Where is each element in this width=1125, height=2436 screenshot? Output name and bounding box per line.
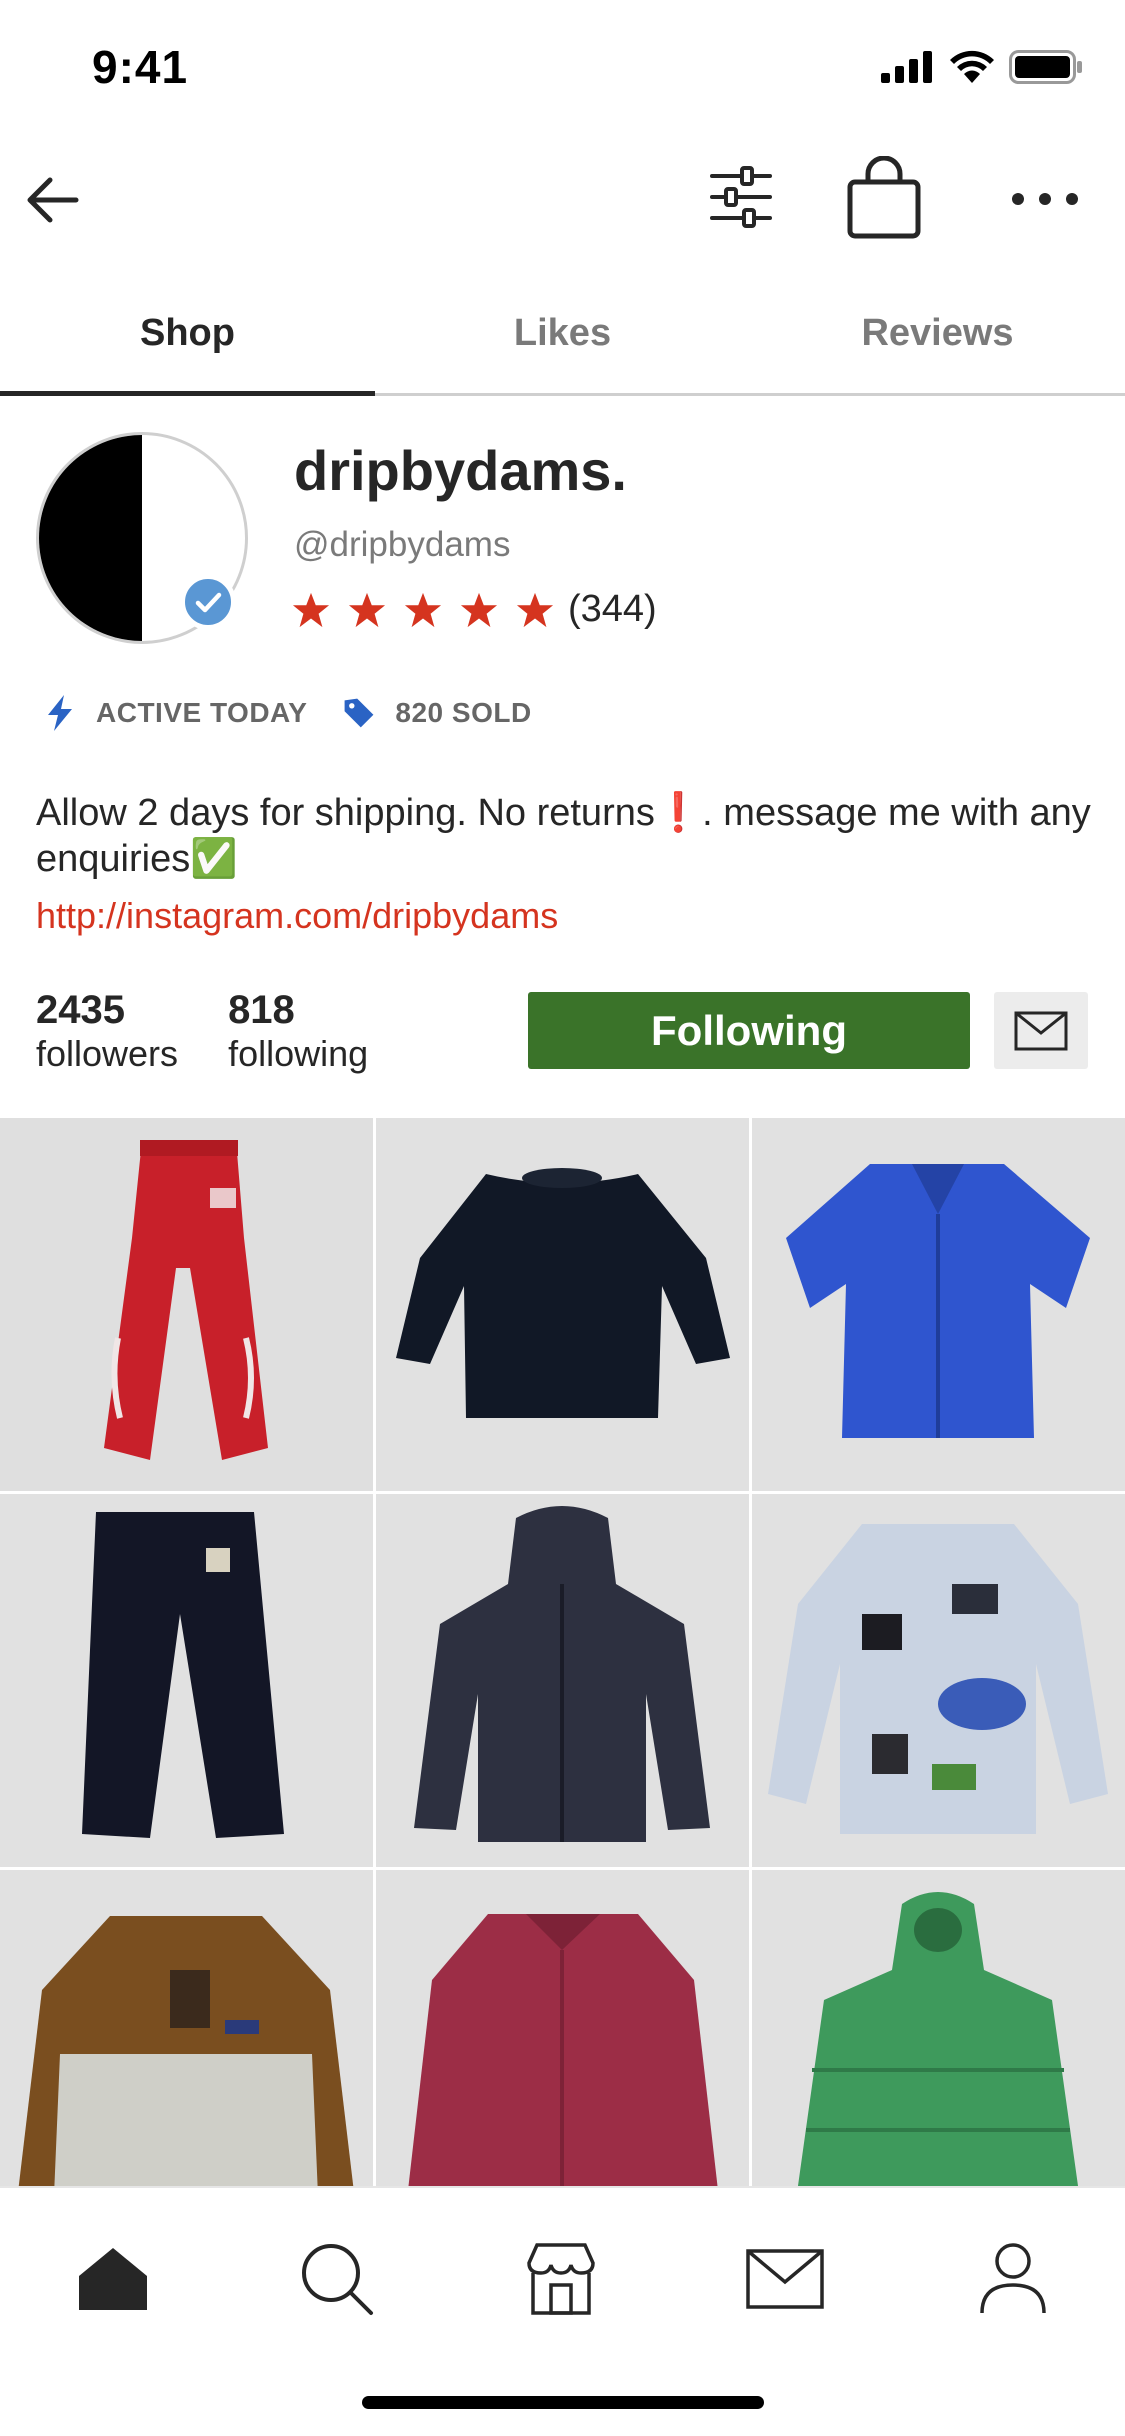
maroon-overshirt-image	[376, 1870, 749, 2186]
profile-bio: Allow 2 days for shipping. No returns❗️.…	[36, 792, 1091, 880]
tab-profile[interactable]	[968, 2234, 1058, 2324]
followers-label: followers	[36, 1033, 179, 1074]
profile-tabs: Shop Likes Reviews	[0, 280, 1125, 396]
followers-stat[interactable]: 2435 followers	[36, 988, 178, 1076]
status-time: 9:41	[92, 41, 189, 93]
listing-navy-jacket[interactable]	[376, 1494, 749, 1867]
nav-bar	[0, 150, 1125, 250]
tab-shop[interactable]: Shop	[0, 280, 375, 396]
listing-navy-crewneck[interactable]	[376, 1118, 749, 1491]
message-button[interactable]	[994, 992, 1088, 1069]
navy-crewneck-image	[376, 1118, 749, 1491]
following-button[interactable]: Following	[528, 992, 970, 1069]
shop-icon	[527, 2243, 595, 2315]
star-icon	[460, 592, 498, 627]
tab-likes[interactable]: Likes	[375, 280, 750, 393]
review-count: (344)	[568, 588, 657, 630]
profile-icon	[980, 2243, 1046, 2314]
mail-icon	[1014, 1011, 1068, 1050]
sold-badge: 820 SOLD	[395, 697, 532, 728]
filter-button[interactable]	[706, 162, 776, 232]
following-stat[interactable]: 818 following	[228, 988, 368, 1076]
home-icon	[79, 2248, 147, 2310]
listing-maroon-overshirt[interactable]	[376, 1870, 749, 2186]
following-count: 818	[228, 988, 295, 1032]
home-indicator	[362, 2396, 764, 2409]
star-icon	[404, 592, 442, 627]
listing-printed-shirt[interactable]	[752, 1494, 1125, 1867]
green-puffer-image	[752, 1870, 1125, 2186]
black-workpants-image	[0, 1494, 373, 1867]
arrow-left-icon	[27, 177, 79, 223]
search-icon	[302, 2244, 373, 2315]
tab-shop[interactable]	[516, 2234, 606, 2324]
printed-shirt-image	[752, 1494, 1125, 1867]
bio-link[interactable]: http://instagram.com/dripbydams	[36, 895, 558, 937]
listings-grid	[0, 1118, 1125, 2186]
listing-blue-shirt[interactable]	[752, 1118, 1125, 1491]
bag-button[interactable]	[846, 155, 922, 240]
cellular-signal-icon	[881, 51, 932, 83]
lightning-icon	[48, 695, 72, 731]
listing-red-sweatpants[interactable]	[0, 1118, 373, 1491]
wifi-icon	[950, 50, 994, 83]
listing-green-puffer[interactable]	[752, 1870, 1125, 2186]
listing-black-workpants[interactable]	[0, 1494, 373, 1867]
avatar-fill	[39, 435, 142, 641]
checkmark-icon	[195, 592, 222, 613]
tab-reviews[interactable]: Reviews	[750, 280, 1125, 393]
tab-home[interactable]	[68, 2234, 158, 2324]
stats: 2435 followers 818 following	[36, 988, 368, 1076]
following-label: following	[228, 1033, 369, 1074]
blue-shirt-image	[752, 1118, 1125, 1491]
more-horizontal-icon	[1012, 193, 1078, 205]
tab-inbox[interactable]	[740, 2234, 830, 2324]
verified-badge	[180, 574, 236, 630]
rating[interactable]: (344)	[292, 588, 657, 631]
inbox-icon	[746, 2249, 824, 2309]
followers-count: 2435	[36, 988, 125, 1032]
more-button[interactable]	[1010, 174, 1080, 224]
shopping-bag-icon	[847, 155, 921, 239]
tab-search[interactable]	[292, 2234, 382, 2324]
star-icon	[292, 592, 330, 627]
tag-icon	[344, 698, 374, 728]
sliders-icon	[710, 166, 772, 228]
active-badge: ACTIVE TODAY	[96, 697, 308, 728]
navy-jacket-image	[376, 1494, 749, 1867]
star-icon	[348, 592, 386, 627]
seller-badges: ACTIVE TODAY 820 SOLD	[42, 693, 532, 733]
fleece-pullover-image	[0, 1870, 373, 2186]
status-bar: 9:41	[0, 0, 1125, 140]
back-button[interactable]	[22, 170, 82, 230]
star-icon	[516, 592, 554, 627]
listing-fleece-pullover[interactable]	[0, 1870, 373, 2186]
red-sweatpants-image	[0, 1118, 373, 1491]
profile-handle: @dripbydams	[294, 525, 511, 564]
battery-icon	[1009, 50, 1082, 84]
profile-name: dripbydams.	[294, 439, 627, 502]
status-icons	[881, 50, 1083, 84]
